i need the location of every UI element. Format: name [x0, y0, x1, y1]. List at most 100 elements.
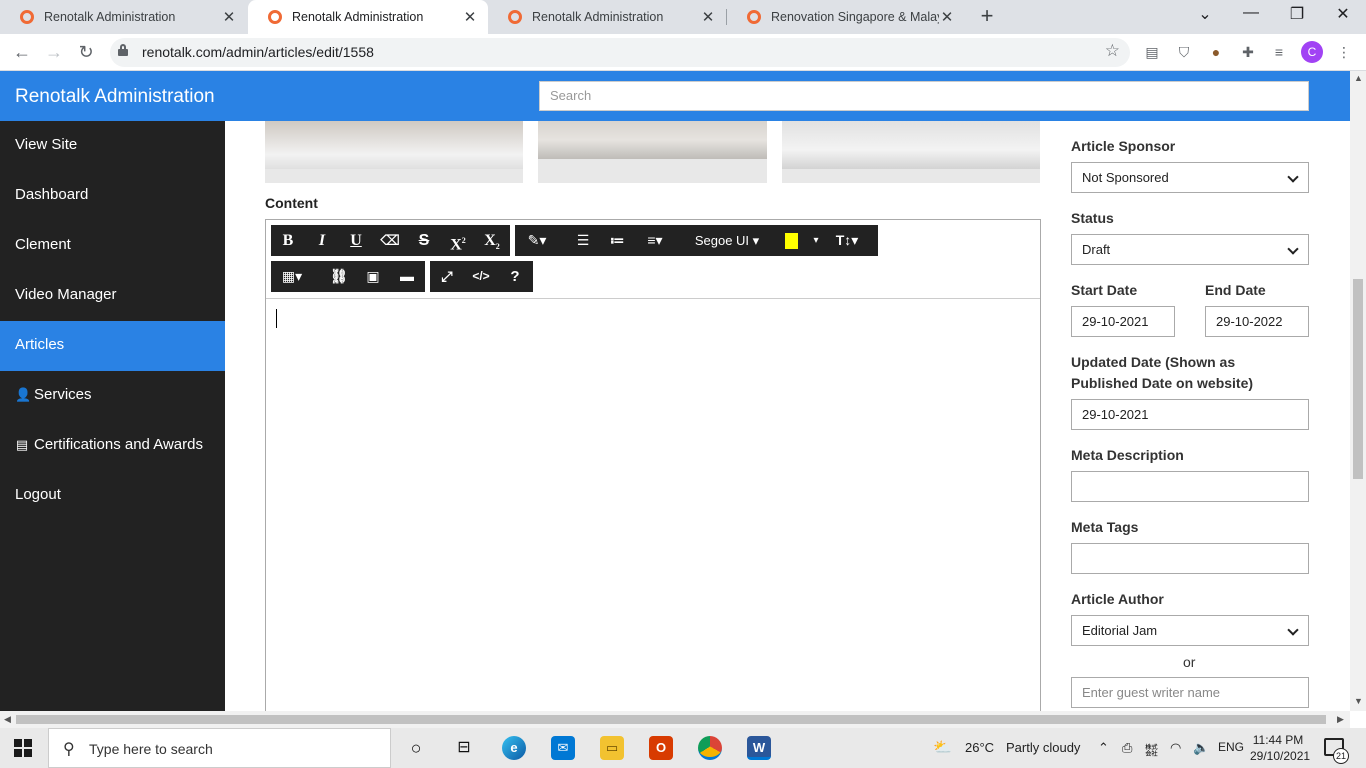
cortana-icon[interactable]: ○ — [404, 736, 428, 760]
bookmark-star-icon[interactable]: ☆ — [1105, 41, 1120, 61]
table-icon[interactable]: ▦▾ — [276, 261, 308, 292]
strikethrough-icon[interactable]: S — [412, 225, 436, 256]
tab-search-chevron-icon[interactable]: ⌄ — [1194, 4, 1216, 28]
end-date-input[interactable]: 29-10-2022 — [1205, 306, 1309, 337]
edge-icon[interactable]: e — [502, 736, 526, 760]
article-author-select[interactable]: Editorial Jam — [1071, 615, 1309, 646]
back-icon[interactable]: ← — [10, 40, 34, 64]
article-image-thumbnail[interactable] — [265, 121, 523, 183]
taskbar-search-box[interactable]: ⚲ Type here to search — [48, 728, 391, 768]
sidebar-item-articles[interactable]: Articles — [0, 321, 225, 371]
image-icon[interactable]: ▣ — [361, 261, 385, 292]
superscript-icon[interactable]: X2 — [446, 225, 470, 256]
horizontal-scroll-thumb[interactable] — [16, 715, 1326, 724]
sidebar-item-certifications[interactable]: ▤ Certifications and Awards — [0, 421, 225, 471]
taskbar-clock[interactable]: 11:44 PM 29/10/2021 — [1250, 732, 1310, 764]
unordered-list-icon[interactable]: ☰ — [571, 225, 595, 256]
language-indicator[interactable]: ENG — [1218, 740, 1244, 754]
close-tab-icon[interactable]: ✕ — [939, 8, 955, 26]
volume-icon[interactable]: 🔈 — [1193, 740, 1209, 756]
scroll-left-arrow-icon[interactable]: ◀ — [4, 714, 11, 725]
weather-description[interactable]: Partly cloudy — [1006, 740, 1080, 755]
close-window-icon[interactable]: ✕ — [1332, 4, 1354, 28]
browser-menu-icon[interactable]: ⋮ — [1335, 43, 1353, 61]
sidebar-item-view-site[interactable]: View Site — [0, 121, 225, 171]
browser-tab-active[interactable]: Renotalk Administration ✕ — [248, 0, 488, 34]
horizontal-scrollbar[interactable]: ◀ ▶ — [0, 711, 1350, 728]
minimize-icon[interactable]: — — [1240, 4, 1262, 28]
office-icon[interactable]: O — [649, 736, 673, 760]
font-family-dropdown[interactable]: Segoe UI ▾ — [687, 225, 767, 256]
browser-tab[interactable]: Renovation Singapore & Malaysi ✕ — [727, 0, 965, 34]
admin-brand[interactable]: Renotalk Administration — [15, 86, 215, 108]
task-view-icon[interactable]: ⊟ — [452, 736, 476, 760]
chrome-icon[interactable] — [698, 736, 722, 760]
start-date-input[interactable]: 29-10-2021 — [1071, 306, 1175, 337]
file-explorer-icon[interactable]: ▭ — [600, 736, 624, 760]
close-tab-icon[interactable]: ✕ — [700, 8, 716, 26]
code-view-icon[interactable]: </> — [469, 261, 493, 292]
scroll-right-arrow-icon[interactable]: ▶ — [1337, 714, 1344, 725]
editor-content-area[interactable] — [266, 298, 1040, 711]
italic-icon[interactable]: I — [310, 225, 334, 256]
url-text: renotalk.com/admin/articles/edit/1558 — [142, 44, 374, 60]
article-sponsor-select[interactable]: Not Sponsored — [1071, 162, 1309, 193]
close-tab-icon[interactable]: ✕ — [462, 8, 478, 26]
word-icon[interactable]: W — [747, 736, 771, 760]
extension-translate-icon[interactable]: ▤ — [1143, 43, 1161, 61]
sidebar-item-clement[interactable]: Clement — [0, 221, 225, 271]
vertical-scrollbar[interactable]: ▲ ▼ — [1350, 71, 1366, 711]
mail-icon[interactable]: ✉ — [551, 736, 575, 760]
extension-shield-icon[interactable]: ⛉ — [1175, 43, 1193, 61]
meta-description-input[interactable] — [1071, 471, 1309, 502]
scroll-up-arrow-icon[interactable]: ▲ — [1354, 73, 1363, 83]
updated-date-input[interactable]: 29-10-2021 — [1071, 399, 1309, 430]
scroll-down-arrow-icon[interactable]: ▼ — [1354, 696, 1363, 706]
sidebar-item-services[interactable]: 👤 Services — [0, 371, 225, 421]
windows-start-icon[interactable] — [14, 739, 32, 757]
align-icon[interactable]: ≡▾ — [639, 225, 671, 256]
extensions-puzzle-icon[interactable]: ✚ — [1239, 43, 1257, 61]
extension-cookie-icon[interactable]: ● — [1207, 43, 1225, 61]
status-label: Status — [1071, 210, 1114, 226]
input-method-icon[interactable]: ㍿ — [1145, 740, 1158, 759]
vertical-scroll-thumb[interactable] — [1353, 279, 1363, 479]
font-size-icon[interactable]: T↕▾ — [831, 225, 863, 256]
video-icon[interactable]: ▬ — [395, 261, 419, 292]
forward-icon[interactable]: → — [42, 40, 66, 64]
media-control-icon[interactable]: ≡ — [1270, 43, 1288, 61]
browser-tab[interactable]: Renotalk Administration ✕ — [488, 0, 726, 34]
browser-tab[interactable]: Renotalk Administration ✕ — [0, 0, 247, 34]
new-tab-icon[interactable]: + — [976, 4, 998, 30]
guest-writer-input[interactable]: Enter guest writer name — [1071, 677, 1309, 708]
weather-temperature[interactable]: 26°C — [965, 740, 994, 755]
subscript-icon[interactable]: X2 — [480, 225, 504, 256]
sidebar-item-label: View Site — [15, 136, 78, 153]
show-hidden-icons-icon[interactable]: ⌃ — [1098, 740, 1109, 756]
highlight-color-icon[interactable] — [781, 225, 801, 256]
bold-icon[interactable]: B — [276, 225, 300, 256]
profile-avatar[interactable]: C — [1301, 41, 1323, 63]
meet-now-icon[interactable]: ⎙ — [1122, 740, 1132, 756]
underline-icon[interactable]: U — [344, 225, 368, 256]
close-tab-icon[interactable]: ✕ — [221, 8, 237, 26]
article-image-thumbnail[interactable] — [782, 121, 1040, 183]
reload-icon[interactable]: ↻ — [74, 40, 98, 64]
eraser-icon[interactable]: ⌫ — [378, 225, 402, 256]
status-select[interactable]: Draft — [1071, 234, 1309, 265]
fullscreen-icon[interactable]: ⤢ — [435, 261, 459, 292]
address-bar[interactable]: renotalk.com/admin/articles/edit/1558 ☆ — [110, 38, 1130, 67]
meta-tags-input[interactable] — [1071, 543, 1309, 574]
ordered-list-icon[interactable]: ≔ — [605, 225, 629, 256]
article-image-thumbnail[interactable] — [538, 121, 767, 183]
search-input[interactable]: Search — [539, 81, 1309, 111]
link-icon[interactable]: ⛓ — [327, 261, 351, 292]
magic-icon[interactable]: ✎▾ — [521, 225, 553, 256]
sidebar-item-logout[interactable]: Logout — [0, 471, 225, 521]
sidebar-item-dashboard[interactable]: Dashboard — [0, 171, 225, 221]
color-dropdown-icon[interactable]: ▾ — [807, 225, 825, 256]
help-icon[interactable]: ? — [503, 261, 527, 292]
wifi-icon[interactable]: ◠ — [1170, 740, 1181, 756]
sidebar-item-video-manager[interactable]: Video Manager — [0, 271, 225, 321]
restore-icon[interactable]: ❐ — [1286, 4, 1308, 28]
